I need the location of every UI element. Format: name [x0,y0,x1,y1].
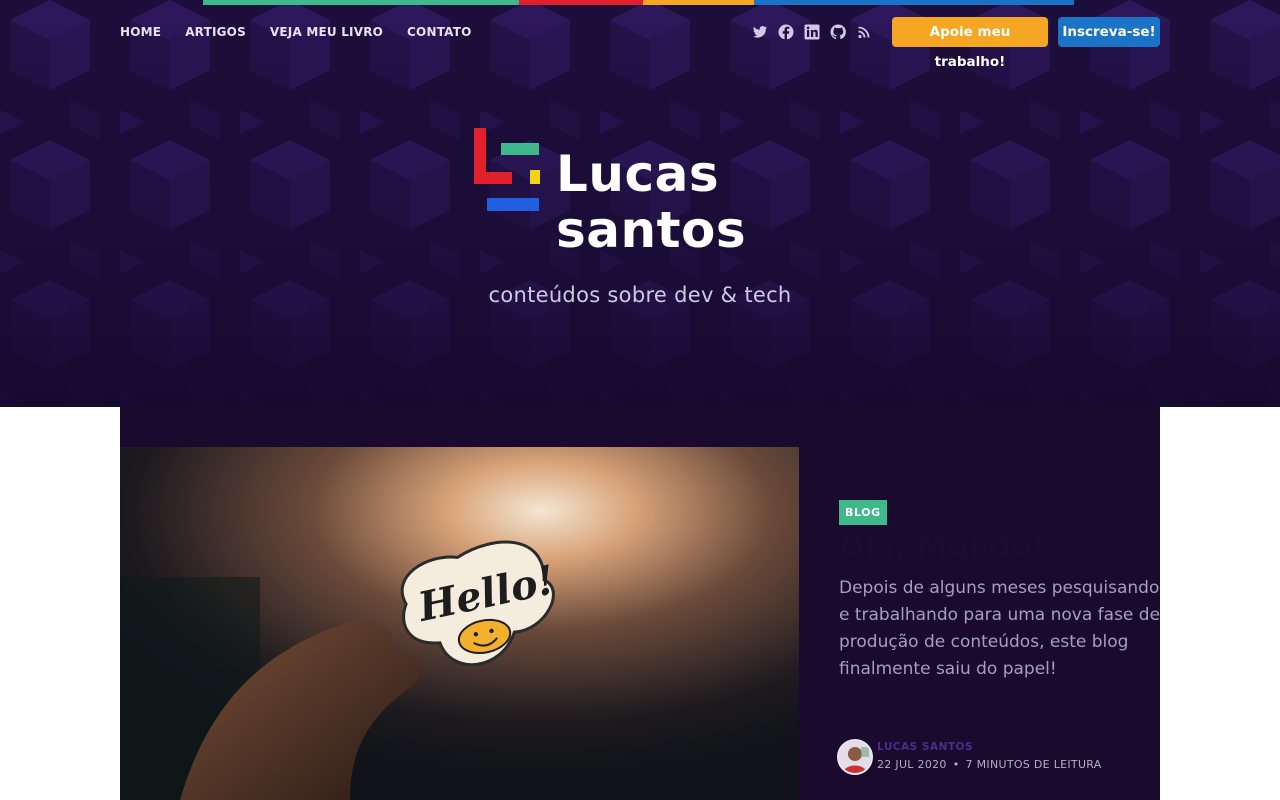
stripe-blue [754,0,1074,5]
meta-separator: • [952,758,960,771]
subscribe-button[interactable]: Inscreva-se! [1058,17,1160,47]
nav-item-home[interactable]: HOME [120,24,161,40]
hello-sticker-photo: Hello! [120,447,799,800]
author-name[interactable]: LUCAS SANTOS [877,741,973,753]
post-title[interactable]: Olá, Mundo! [839,527,1139,567]
nav-item-veja-meu-livro[interactable]: VEJA MEU LIVRO [270,24,383,40]
logo-line-2: santos [556,201,747,259]
linkedin-icon[interactable] [804,24,820,40]
facebook-icon[interactable] [778,24,794,40]
support-button[interactable]: Apoie meu trabalho! [892,17,1048,70]
read-time: 7 MINUTOS DE LEITURA [965,758,1102,771]
nav-item-artigos[interactable]: ARTIGOS [185,24,246,40]
stripe-yellow [643,0,754,5]
rss-icon[interactable] [856,24,872,40]
logo-wordmark: Lucas santos [556,146,816,258]
post-date: 22 JUL 2020 [877,758,947,771]
author-avatar[interactable] [837,739,873,775]
post-tag-badge[interactable]: BLOG [839,500,887,525]
main-nav: HOME ARTIGOS VEJA MEU LIVRO CONTATO [120,24,472,40]
post-feature-image[interactable]: Hello! [120,447,799,800]
stripe-red [519,0,643,5]
post-excerpt: Depois de alguns meses pesquisando e tra… [839,578,1160,679]
nav-item-contato[interactable]: CONTATO [407,24,471,40]
github-icon[interactable] [830,24,846,40]
logo-mark-icon [474,128,540,211]
featured-post-card[interactable]: Hello! BLOG Olá, Mundo! Depois de alguns… [120,407,1160,800]
site-logo[interactable]: Lucas santos [474,128,806,260]
post-meta: 22 JUL 2020 • 7 MINUTOS DE LEITURA [877,758,1102,771]
social-links [752,24,872,40]
twitter-icon[interactable] [752,24,768,40]
site-tagline: conteúdos sobre dev & tech [488,283,792,307]
logo-line-1: Lucas [556,145,720,203]
stripe-green [203,0,519,5]
site-header: HOME ARTIGOS VEJA MEU LIVRO CONTATO Apoi… [0,0,1280,407]
color-stripe [203,0,1074,5]
